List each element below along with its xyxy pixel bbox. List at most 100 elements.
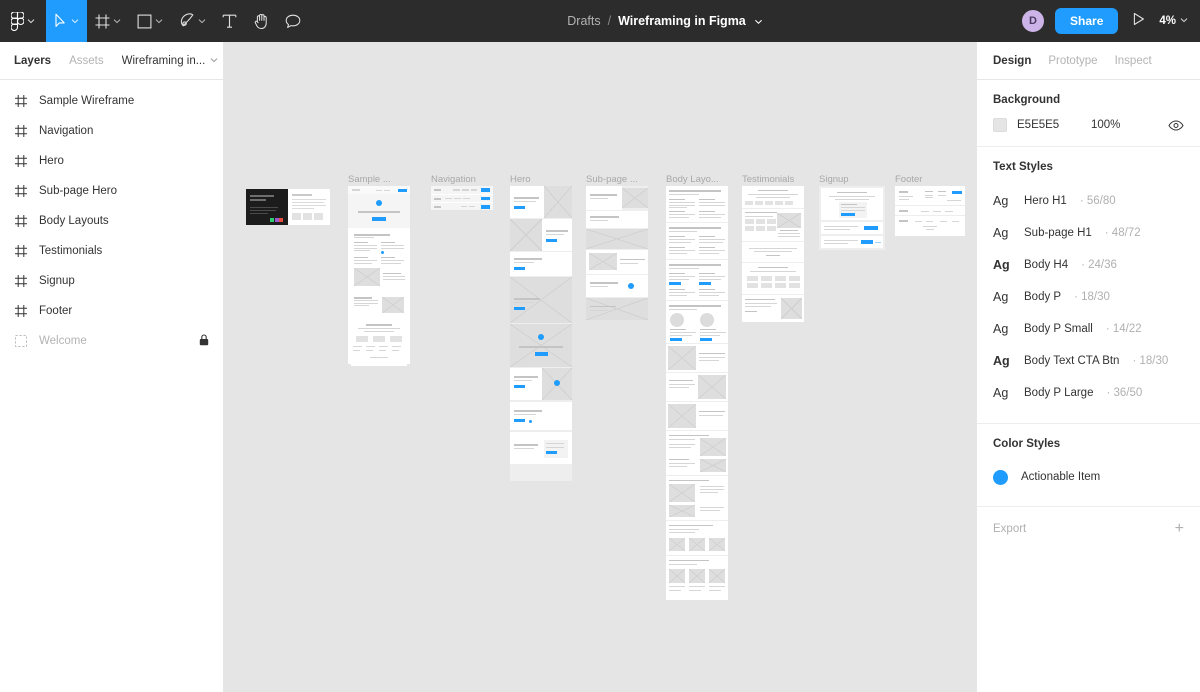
bl-line xyxy=(669,292,695,293)
lock-icon[interactable] xyxy=(199,333,209,349)
ts-line xyxy=(748,194,798,195)
sidebar-tabs: Layers Assets Wireframing in... xyxy=(0,42,223,80)
hero-heading xyxy=(514,410,542,412)
sw-col-line xyxy=(381,247,404,249)
frame-sample-wireframe[interactable] xyxy=(348,186,410,366)
layer-item-testimonials[interactable]: Testimonials xyxy=(0,236,223,266)
background-hex-value[interactable]: E5E5E5 xyxy=(1017,119,1091,131)
present-button[interactable] xyxy=(1128,12,1149,31)
cover-color-chip xyxy=(270,218,274,222)
frame-navigation[interactable] xyxy=(431,186,493,210)
layer-item-welcome[interactable]: Welcome xyxy=(0,326,223,356)
frame-label-navigation[interactable]: Navigation xyxy=(431,174,493,185)
bl-line xyxy=(669,463,695,464)
bl-grid-cell xyxy=(669,569,685,583)
text-style-item-hero-h1[interactable]: Ag Hero H1 · 56/80 xyxy=(993,185,1184,217)
share-button[interactable]: Share xyxy=(1055,8,1119,34)
breadcrumb-project[interactable]: Drafts xyxy=(567,14,600,28)
bl-image xyxy=(698,375,726,399)
layer-item-hero[interactable]: Hero xyxy=(0,146,223,176)
frame-label-hero[interactable]: Hero xyxy=(510,174,572,185)
color-style-name: Actionable Item xyxy=(1021,471,1101,483)
bl-avatar-name xyxy=(670,329,686,331)
hand-tool-button[interactable] xyxy=(245,0,277,42)
chevron-down-icon xyxy=(198,17,206,25)
hand-icon xyxy=(253,13,269,30)
ft-divider xyxy=(895,215,965,216)
text-style-preview: Ag xyxy=(993,226,1009,240)
background-opacity-value[interactable]: 100% xyxy=(1091,119,1168,131)
figma-menu-button[interactable] xyxy=(0,0,46,42)
text-style-item-body-h4[interactable]: Ag Body H4 · 24/36 xyxy=(993,249,1184,281)
frame-label-body-layouts[interactable]: Body Layo... xyxy=(666,174,728,185)
zoom-control[interactable]: 4% xyxy=(1159,15,1188,27)
bl-heading xyxy=(669,435,709,437)
tab-assets[interactable]: Assets xyxy=(69,55,104,67)
frame-body-layouts[interactable] xyxy=(666,186,728,600)
sw-col-line xyxy=(354,262,372,264)
left-sidebar: Layers Assets Wireframing in... Sample W… xyxy=(0,42,224,692)
comment-tool-button[interactable] xyxy=(277,0,309,42)
ts-quote-author xyxy=(766,255,780,257)
frame-label-sub-page-hero[interactable]: Sub-page ... xyxy=(586,174,648,185)
bl-heading xyxy=(669,560,709,562)
file-menu-chevron-down-icon[interactable] xyxy=(754,17,763,26)
layer-item-sub-page-hero[interactable]: Sub-page Hero xyxy=(0,176,223,206)
sw-footer-link xyxy=(353,346,362,348)
frame-label-signup[interactable]: Signup xyxy=(819,174,881,185)
hero-sub xyxy=(514,448,534,450)
frame-footer[interactable] xyxy=(895,186,965,236)
frame-label-sample-wireframe[interactable]: Sample ... xyxy=(348,174,410,185)
export-title: Export xyxy=(993,523,1027,535)
workspace: Layers Assets Wireframing in... Sample W… xyxy=(0,42,1200,692)
toolbar-actions: D Share 4% xyxy=(1021,0,1200,42)
nav-link xyxy=(463,197,470,200)
layer-item-sample-wireframe[interactable]: Sample Wireframe xyxy=(0,86,223,116)
frame-signup[interactable] xyxy=(819,186,885,250)
tab-prototype[interactable]: Prototype xyxy=(1048,55,1097,67)
text-style-item-sub-page-h1[interactable]: Ag Sub-page H1 · 48/72 xyxy=(993,217,1184,249)
frame-tool-button[interactable] xyxy=(87,0,129,42)
frame-label-footer[interactable]: Footer xyxy=(895,174,957,185)
frame-sub-page-hero[interactable] xyxy=(586,186,648,320)
bl-avatar xyxy=(700,313,714,327)
bl-heading xyxy=(669,264,721,266)
canvas[interactable]: Sample ... Navigation Hero Sub-page ... … xyxy=(224,42,976,692)
plus-icon[interactable]: + xyxy=(1175,521,1184,537)
sw-nav-link xyxy=(376,189,382,191)
shape-tool-button[interactable] xyxy=(129,0,171,42)
text-style-item-body-p-large[interactable]: Ag Body P Large · 36/50 xyxy=(993,377,1184,409)
color-style-item-actionable-item[interactable]: Actionable Item xyxy=(993,462,1184,492)
frame-testimonials[interactable] xyxy=(742,186,804,322)
frame-label-testimonials[interactable]: Testimonials xyxy=(742,174,812,185)
bl-col-heading xyxy=(669,273,685,275)
bl-line xyxy=(709,590,721,591)
frame-icon xyxy=(14,305,28,317)
ts-logo xyxy=(765,201,773,205)
move-tool-button[interactable] xyxy=(46,0,87,42)
text-tool-button[interactable] xyxy=(214,0,245,42)
layer-item-navigation[interactable]: Navigation xyxy=(0,116,223,146)
text-style-item-body-p-small[interactable]: Ag Body P Small · 14/22 xyxy=(993,313,1184,345)
background-color-swatch[interactable] xyxy=(993,118,1007,132)
frame-hero[interactable] xyxy=(510,186,572,481)
ft-divider xyxy=(895,205,965,206)
sp-heading xyxy=(620,259,645,261)
text-style-item-body-text-cta-btn[interactable]: Ag Body Text CTA Btn · 18/30 xyxy=(993,345,1184,377)
bl-line xyxy=(669,207,687,208)
eye-icon[interactable] xyxy=(1168,119,1184,131)
tab-inspect[interactable]: Inspect xyxy=(1115,55,1152,67)
bl-line xyxy=(700,334,720,336)
file-title[interactable]: Wireframing in Figma xyxy=(618,14,746,28)
layer-item-signup[interactable]: Signup xyxy=(0,266,223,296)
frame-cover-welcome[interactable] xyxy=(246,189,330,225)
page-selector[interactable]: Wireframing in... xyxy=(122,55,219,67)
text-style-item-body-p[interactable]: Ag Body P · 18/30 xyxy=(993,281,1184,313)
tab-design[interactable]: Design xyxy=(993,55,1031,67)
avatar[interactable]: D xyxy=(1021,9,1046,33)
layer-item-footer[interactable]: Footer xyxy=(0,296,223,326)
sw-footer-copyright xyxy=(370,357,388,358)
layer-item-body-layouts[interactable]: Body Layouts xyxy=(0,206,223,236)
pen-tool-button[interactable] xyxy=(171,0,214,42)
tab-layers[interactable]: Layers xyxy=(14,55,51,67)
